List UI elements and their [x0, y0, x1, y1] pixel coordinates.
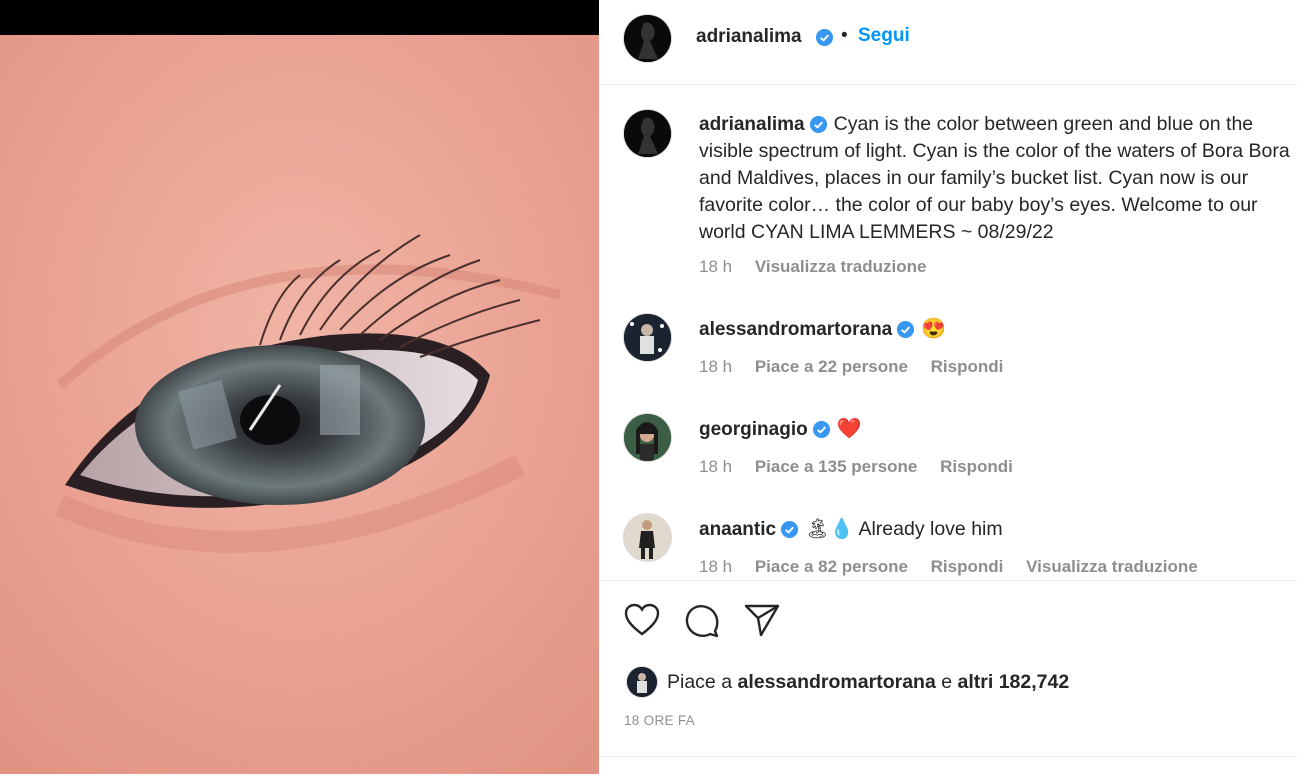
post-actions: Piace a alessandromartorana e altri 182,… [599, 580, 1297, 775]
comment-likes-link[interactable]: Piace a 82 persone [755, 557, 908, 576]
comment-item: anaantic 🏝💧 Already love him 18 h Piace a… [599, 511, 1297, 579]
comment-body: anaantic 🏝💧 Already love him [699, 516, 1297, 543]
caption-avatar[interactable] [624, 110, 671, 157]
avatar-silhouette-icon [624, 110, 671, 157]
comment-likes-link[interactable]: Piace a 22 persone [755, 357, 908, 376]
avatar-photo-icon [624, 314, 671, 361]
comment-reply-link[interactable]: Rispondi [931, 557, 1004, 576]
likes-summary: Piace a alessandromartorana e altri 182,… [667, 671, 1069, 694]
image-top-bar [0, 0, 599, 35]
avatar-silhouette-icon [624, 15, 671, 62]
avatar-photo-icon [624, 514, 671, 561]
like-heart-icon[interactable] [624, 603, 660, 637]
caption-time: 18 h [699, 257, 733, 276]
comments-list[interactable]: adrianalima Cyan is the color between gre… [599, 85, 1297, 579]
divider [599, 756, 1297, 757]
comment-username[interactable]: alessandromartorana [699, 319, 892, 340]
caption-body: adrianalima Cyan is the color between gre… [699, 111, 1297, 246]
comment-item: georginagio ❤️ 18 h Piace a 135 persone R… [599, 411, 1297, 491]
likes-prefix: Piace a [667, 671, 733, 693]
post-detail-panel: adrianalima • Segui ⋮ adrianalimaCyan is… [599, 0, 1297, 774]
comment-time: 18 h [699, 557, 733, 576]
author-avatar[interactable] [624, 15, 671, 62]
comment-likes-link[interactable]: Piace a 135 persone [755, 457, 918, 476]
comment-text: 🏝💧 Already love him [805, 518, 1003, 540]
baby-eye-photo [0, 35, 599, 774]
verified-badge-icon [815, 28, 834, 47]
comment-time: 18 h [699, 457, 733, 476]
post-image[interactable] [0, 0, 599, 774]
caption-translate-link[interactable]: Visualizza traduzione [755, 257, 927, 276]
verified-badge-icon [897, 321, 915, 339]
caption: adrianalima Cyan is the color between gre… [599, 106, 1297, 281]
comment-username[interactable]: anaantic [699, 519, 776, 540]
comment-body: georginagio ❤️ [699, 416, 1297, 443]
comment-avatar[interactable] [624, 414, 671, 461]
more-options-icon[interactable]: ⋮ [1291, 22, 1297, 47]
author-username[interactable]: adrianalima [696, 26, 802, 48]
avatar-photo-icon [627, 667, 657, 697]
comment-item: alessandromartorana 😍 18 h Piace a 22 per… [599, 311, 1297, 391]
verified-badge-icon [781, 521, 799, 539]
comment-meta: 18 h Piace a 135 persone Rispondi [699, 457, 1031, 477]
comment-avatar[interactable] [624, 314, 671, 361]
follow-button[interactable]: Segui [858, 25, 910, 47]
likes-others-link[interactable]: altri 182,742 [958, 671, 1070, 693]
comment-text: ❤️ [836, 418, 862, 440]
post-header: adrianalima • Segui ⋮ [599, 0, 1297, 85]
separator-dot: • [841, 25, 848, 46]
comment-text: 😍 [921, 318, 947, 340]
comment-reply-link[interactable]: Rispondi [940, 457, 1013, 476]
comment-meta: 18 h Piace a 22 persone Rispondi [699, 357, 1021, 377]
comment-username[interactable]: georginagio [699, 419, 808, 440]
caption-meta: 18 h Visualizza traduzione [699, 257, 944, 277]
comment-meta: 18 h Piace a 82 persone Rispondi Visuali… [699, 557, 1216, 577]
comment-time: 18 h [699, 357, 733, 376]
comment-bubble-icon[interactable] [684, 603, 720, 639]
verified-badge-icon [812, 421, 830, 439]
caption-username[interactable]: adrianalima [699, 114, 805, 135]
comment-body: alessandromartorana 😍 [699, 316, 1297, 343]
liker-avatar[interactable] [627, 667, 657, 697]
post-timestamp: 18 ORE FA [624, 713, 695, 728]
comment-reply-link[interactable]: Rispondi [931, 357, 1004, 376]
likes-conj: e [941, 671, 953, 693]
avatar-photo-icon [624, 414, 671, 461]
likes-user-link[interactable]: alessandromartorana [737, 671, 935, 693]
verified-badge-icon [809, 116, 827, 134]
comment-translate-link[interactable]: Visualizza traduzione [1026, 557, 1198, 576]
share-send-icon[interactable] [744, 603, 780, 637]
comment-avatar[interactable] [624, 514, 671, 561]
